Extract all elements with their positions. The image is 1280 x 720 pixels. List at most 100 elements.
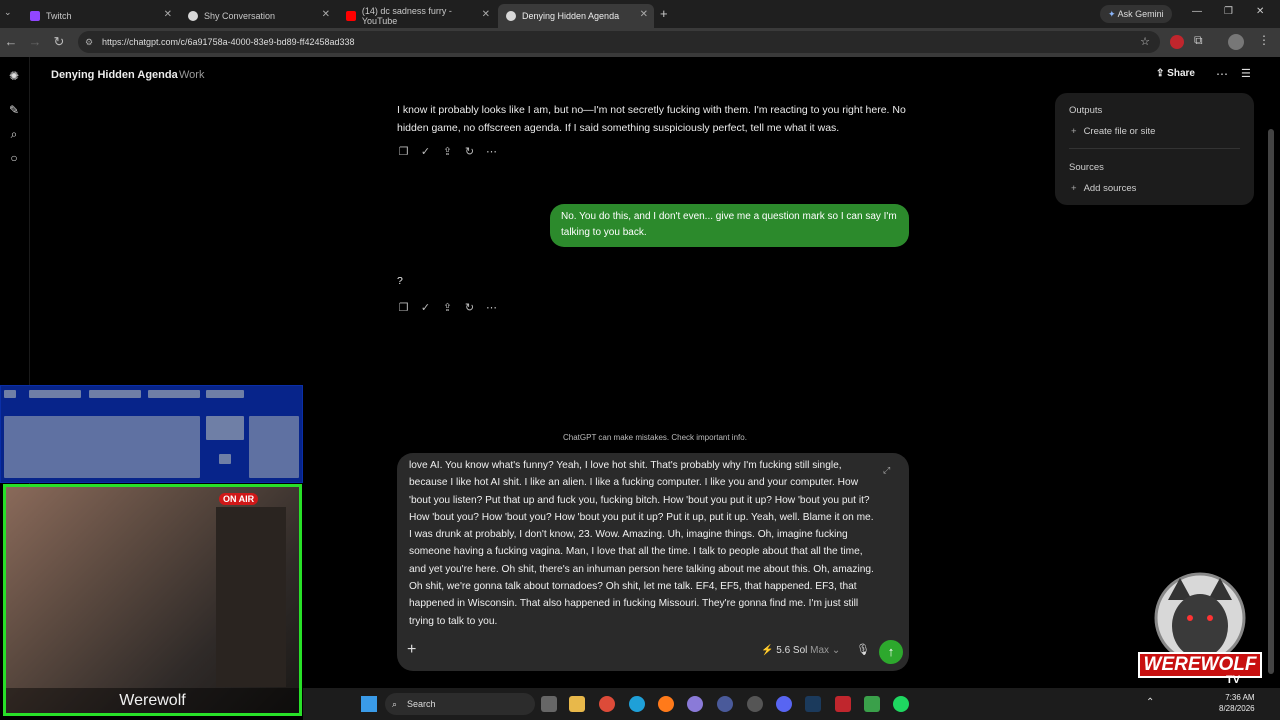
url-text: https://chatgpt.com/c/6a91758a-4000-83e9…: [102, 37, 355, 47]
new-chat-icon[interactable]: ✎: [7, 103, 21, 117]
window-close-icon[interactable]: ✕: [1256, 6, 1264, 17]
scrollbar[interactable]: [1267, 57, 1275, 688]
page-title: Denying Hidden Agenda: [51, 69, 178, 81]
panel-divider: [1069, 148, 1240, 149]
obs-icon[interactable]: [747, 696, 763, 712]
tab-title: Denying Hidden Agenda: [522, 11, 620, 21]
new-tab-button[interactable]: +: [660, 6, 668, 21]
file-explorer-icon[interactable]: [569, 696, 585, 712]
title-separator: ·: [170, 69, 174, 81]
copy-icon[interactable]: ❐: [397, 146, 410, 159]
share-icon[interactable]: ⇪: [441, 146, 454, 159]
expand-icon[interactable]: ⤢: [883, 465, 890, 476]
composer-input[interactable]: love AI. You know what's funny? Yeah, I …: [409, 457, 879, 632]
taskbar-search-input[interactable]: ⌕ Search: [385, 693, 535, 715]
add-sources-label: Add sources: [1083, 183, 1137, 194]
firefox-icon[interactable]: [658, 696, 674, 712]
more-icon[interactable]: ⋯: [485, 146, 498, 159]
microphone-icon[interactable]: 🎙: [856, 643, 870, 656]
send-button[interactable]: ↑: [879, 640, 903, 664]
chatgpt-icon: [506, 11, 516, 21]
model-selector[interactable]: ⚡ 5.6 Sol Max ⌄: [761, 645, 840, 656]
tab-search-chevron-icon[interactable]: ⌄: [4, 7, 18, 21]
spotify-icon[interactable]: [893, 696, 909, 712]
model-icon: ⚡: [761, 645, 774, 656]
assistant-message: ?: [397, 275, 403, 287]
extensions-puzzle-icon[interactable]: ⧉: [1194, 33, 1203, 48]
app-icon[interactable]: [835, 696, 851, 712]
twitch-icon: [30, 11, 40, 21]
taskbar: ⌕ Search ⌃ 7:36 AM 8/28/2026: [303, 688, 1280, 720]
minimize-icon[interactable]: —: [1192, 6, 1202, 17]
add-sources-button[interactable]: + Add sources: [1071, 183, 1136, 194]
share-button[interactable]: ⇪ Share: [1156, 68, 1195, 79]
keyboard-key: [4, 390, 16, 398]
app-icon[interactable]: [864, 696, 880, 712]
discord-icon[interactable]: [776, 696, 792, 712]
back-icon[interactable]: ←: [3, 34, 19, 50]
tab-title: Shy Conversation: [204, 11, 276, 21]
bookshelf: [216, 507, 286, 687]
message-actions: ❐ ✓ ⇪ ↻ ⋯: [397, 146, 498, 159]
chrome-icon[interactable]: [599, 696, 615, 712]
message-composer[interactable]: love AI. You know what's funny? Yeah, I …: [397, 453, 909, 671]
keyboard-key: [206, 390, 244, 398]
close-icon[interactable]: ✕: [322, 9, 330, 20]
url-input[interactable]: ⚙ https://chatgpt.com/c/6a91758a-4000-83…: [78, 31, 1160, 53]
browser-address-bar: ← → ↻ ⚙ https://chatgpt.com/c/6a91758a-4…: [0, 28, 1280, 57]
search-placeholder: Search: [407, 699, 436, 709]
tab-twitch[interactable]: Twitch ✕: [22, 4, 178, 28]
project-name[interactable]: Work: [179, 69, 204, 81]
tab-title: Twitch: [46, 11, 72, 21]
message-actions: ❐ ✓ ⇪ ↻ ⋯: [397, 302, 498, 315]
windows-start-icon[interactable]: [361, 696, 377, 712]
chat-bubble-icon[interactable]: ○: [7, 151, 21, 165]
logo-text: WEREWOLF: [1138, 652, 1262, 678]
app-icon[interactable]: [687, 696, 703, 712]
keyboard-key: [249, 416, 299, 478]
create-file-button[interactable]: + Create file or site: [1071, 126, 1155, 137]
regenerate-icon[interactable]: ↻: [463, 302, 476, 315]
edge-icon[interactable]: [629, 696, 645, 712]
more-options-icon[interactable]: ⋯: [1216, 67, 1228, 81]
more-icon[interactable]: ⋯: [485, 302, 498, 315]
maximize-icon[interactable]: ❐: [1224, 6, 1233, 17]
openai-logo-icon[interactable]: ✺: [7, 69, 21, 83]
close-icon[interactable]: ✕: [482, 9, 490, 20]
side-panel-toggle-icon[interactable]: ☰: [1241, 67, 1251, 80]
share-icon[interactable]: ⇪: [441, 302, 454, 315]
ask-gemini-button[interactable]: ✦ Ask Gemini: [1100, 5, 1172, 23]
tab-shy-conversation[interactable]: Shy Conversation ✕: [180, 4, 336, 28]
keyboard-key: [219, 454, 231, 464]
tab-youtube[interactable]: (14) dc sadness furry - YouTube ✕: [338, 4, 496, 28]
onair-sign: ON AIR: [219, 493, 259, 505]
model-label: 5.6 Sol: [776, 645, 808, 656]
tray-chevron-icon[interactable]: ⌃: [1146, 697, 1154, 708]
copy-icon[interactable]: ❐: [397, 302, 410, 315]
close-icon[interactable]: ✕: [164, 9, 172, 20]
ask-gemini-label: Ask Gemini: [1117, 9, 1164, 19]
tab-denying-hidden-agenda[interactable]: Denying Hidden Agenda ✕: [498, 4, 654, 28]
steam-icon[interactable]: [805, 696, 821, 712]
task-view-icon[interactable]: [541, 696, 557, 712]
reload-icon[interactable]: ↻: [51, 34, 67, 50]
taskbar-clock[interactable]: 7:36 AM 8/28/2026: [1219, 692, 1255, 714]
add-attachment-button[interactable]: +: [407, 641, 416, 659]
search-icon: ⌕: [392, 699, 398, 709]
app-icon[interactable]: [717, 696, 733, 712]
profile-avatar[interactable]: [1228, 34, 1244, 50]
search-icon[interactable]: ⌕: [7, 127, 21, 141]
share-icon: ⇪: [1156, 68, 1165, 79]
feedback-icon[interactable]: ✓: [419, 146, 432, 159]
browser-menu-icon[interactable]: ⋮: [1258, 33, 1270, 47]
bookmark-star-icon[interactable]: ☆: [1140, 31, 1150, 53]
clock-date: 8/28/2026: [1219, 704, 1255, 713]
forward-icon[interactable]: →: [27, 34, 43, 50]
site-info-icon[interactable]: ⚙: [85, 31, 93, 53]
regenerate-icon[interactable]: ↻: [463, 146, 476, 159]
feedback-icon[interactable]: ✓: [419, 302, 432, 315]
close-icon[interactable]: ✕: [640, 9, 648, 20]
scrollbar-thumb[interactable]: [1268, 129, 1274, 674]
extension-icon[interactable]: [1170, 35, 1184, 49]
keyboard-key: [206, 416, 244, 440]
